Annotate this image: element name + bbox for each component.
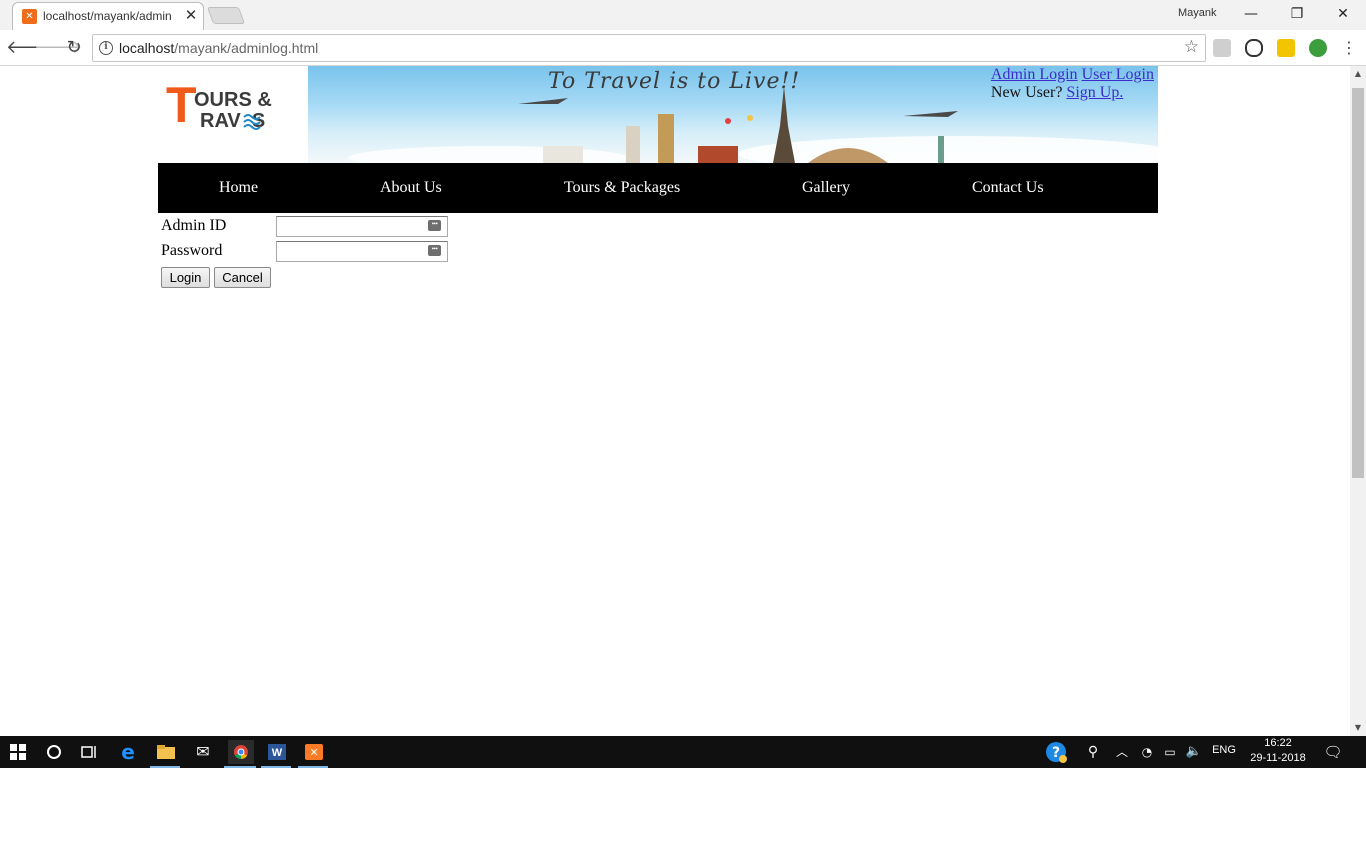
show-hidden-icons-chevron-icon[interactable]: ︿: [1110, 740, 1134, 764]
edge-browser-icon[interactable]: e: [116, 740, 140, 764]
signup-link[interactable]: Sign Up.: [1066, 84, 1123, 101]
clock-time[interactable]: 16:22: [1248, 737, 1308, 749]
action-center-icon[interactable]: 🗨: [1321, 740, 1345, 764]
info-icon[interactable]: i: [99, 41, 113, 55]
blank-area: [0, 768, 1366, 853]
page-scrollbar[interactable]: ▲ ▼: [1350, 66, 1366, 736]
menu-dots-icon[interactable]: ⋮: [1337, 36, 1361, 60]
nav-gallery[interactable]: Gallery: [802, 163, 850, 213]
password-manager-key-icon[interactable]: •••: [428, 220, 441, 231]
volume-icon[interactable]: 🔈: [1182, 740, 1206, 764]
tours-travels-logo: T OURS & RAV S: [166, 77, 272, 133]
tab-close-icon[interactable]: ✕: [183, 6, 199, 24]
password-input[interactable]: •••: [276, 241, 448, 262]
new-tab-button[interactable]: [206, 7, 246, 24]
help-icon[interactable]: ?: [1044, 740, 1068, 764]
star-icon[interactable]: ☆: [1184, 37, 1199, 57]
cancel-button[interactable]: Cancel: [214, 267, 271, 288]
svg-text:✕: ✕: [309, 746, 318, 759]
back-arrow-icon[interactable]: 🡐: [6, 36, 54, 60]
people-icon[interactable]: ⚲: [1081, 740, 1105, 764]
maximize-button[interactable]: ❐: [1274, 0, 1320, 30]
task-view-icon[interactable]: [78, 740, 102, 764]
site-container: T OURS & RAV S To Travel is to Live!! Ad…: [158, 66, 1158, 288]
clock-date[interactable]: 29-11-2018: [1244, 752, 1312, 764]
wifi-icon[interactable]: ◔: [1135, 740, 1159, 764]
forward-arrow-icon[interactable]: 🡒: [34, 36, 82, 60]
battery-icon[interactable]: ▭: [1158, 740, 1182, 764]
browser-title-bar: ✕ localhost/mayank/admin ✕ Mayank — ❐ ✕: [0, 0, 1366, 30]
language-indicator[interactable]: ENG: [1206, 744, 1242, 756]
admin-id-input[interactable]: •••: [276, 216, 448, 237]
svg-text:W: W: [272, 747, 283, 759]
reload-icon[interactable]: ↻: [62, 36, 86, 60]
nav-about-us[interactable]: About Us: [380, 163, 442, 213]
nav-tours-packages[interactable]: Tours & Packages: [564, 163, 680, 213]
cortana-search-icon[interactable]: [42, 740, 66, 764]
user-login-link[interactable]: User Login: [1082, 66, 1154, 83]
url-text[interactable]: localhost/mayank/adminlog.html: [119, 40, 318, 56]
login-button[interactable]: Login: [161, 267, 210, 288]
xampp-favicon-icon: ✕: [22, 9, 37, 24]
address-bar[interactable]: i localhost/mayank/adminlog.html ☆: [92, 34, 1206, 62]
admin-id-label: Admin ID: [161, 217, 227, 234]
minimize-button[interactable]: —: [1228, 0, 1274, 30]
windows-taskbar: e ✉ W ✕ ? ⚲ ︿ ◔ ▭ 🔈 ENG 16:22 29-11-2018…: [0, 736, 1366, 768]
close-window-button[interactable]: ✕: [1320, 0, 1366, 30]
auth-links: Admin Login User Login New User? Sign Up…: [991, 66, 1154, 102]
nav-home[interactable]: Home: [219, 163, 258, 213]
profile-name[interactable]: Mayank: [1178, 7, 1217, 19]
nav-contact-us[interactable]: Contact Us: [972, 163, 1044, 213]
globe-extension-icon[interactable]: [1309, 39, 1327, 57]
browser-toolbar: 🡐 🡒 ↻ i localhost/mayank/adminlog.html ☆…: [0, 30, 1366, 66]
page-viewport: T OURS & RAV S To Travel is to Live!! Ad…: [0, 66, 1350, 736]
incognito-extension-icon[interactable]: [1245, 39, 1263, 57]
password-manager-key-icon[interactable]: •••: [428, 245, 441, 256]
password-label: Password: [161, 242, 223, 259]
wave-icon: [243, 114, 261, 130]
new-user-text: New User?: [990, 84, 1063, 101]
tab-title: localhost/mayank/admin: [43, 9, 172, 23]
admin-login-link[interactable]: Admin Login: [991, 66, 1078, 83]
scroll-up-icon[interactable]: ▲: [1350, 66, 1366, 82]
main-navbar: Home About Us Tours & Packages Gallery C…: [158, 163, 1158, 213]
xampp-icon[interactable]: ✕: [302, 740, 326, 764]
scroll-thumb[interactable]: [1352, 88, 1364, 478]
chrome-icon[interactable]: [228, 740, 254, 764]
svg-text:?: ?: [1052, 745, 1060, 761]
windows-start-icon[interactable]: [6, 740, 30, 764]
file-explorer-icon[interactable]: [154, 740, 178, 764]
browser-tab[interactable]: ✕ localhost/mayank/admin ✕: [12, 2, 204, 30]
mail-icon[interactable]: ✉: [191, 740, 215, 764]
pdf-extension-icon[interactable]: [1213, 39, 1231, 57]
notes-extension-icon[interactable]: [1277, 39, 1295, 57]
word-icon[interactable]: W: [265, 740, 289, 764]
site-header: T OURS & RAV S To Travel is to Live!! Ad…: [158, 66, 1158, 163]
scroll-down-icon[interactable]: ▼: [1350, 720, 1366, 736]
